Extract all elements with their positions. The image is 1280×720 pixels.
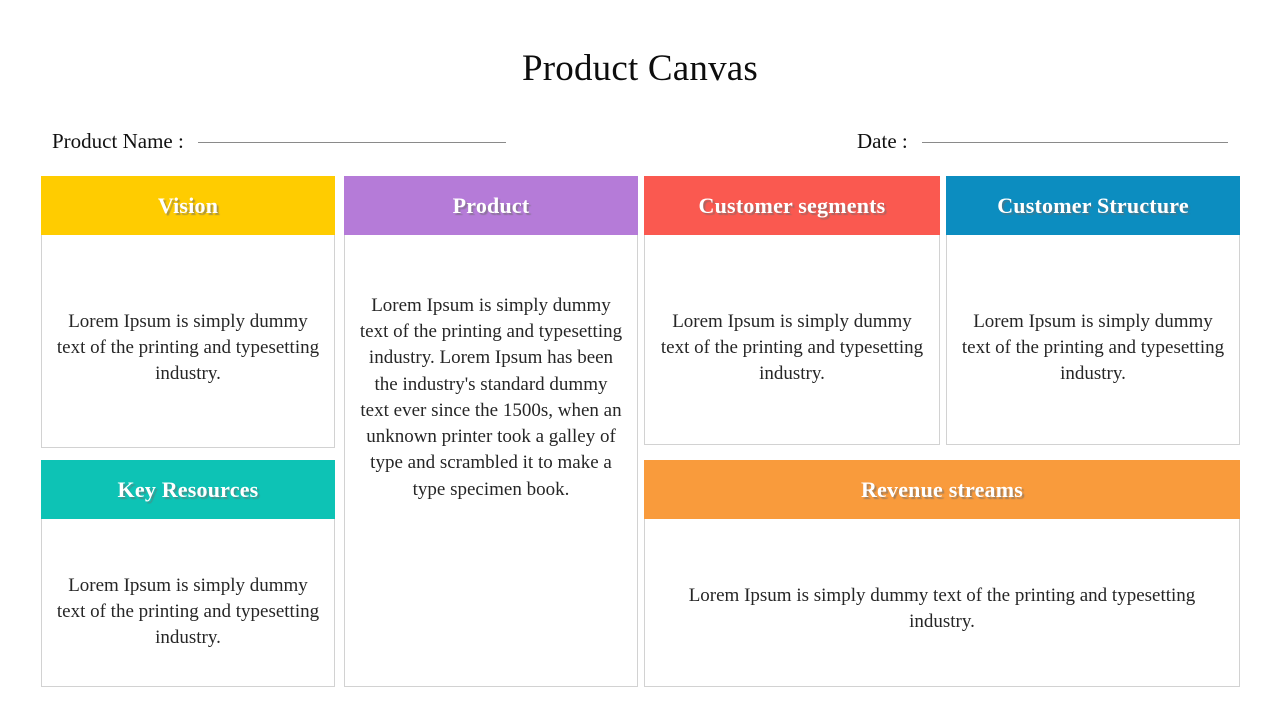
card-vision-title: Vision: [157, 192, 219, 218]
product-name-field[interactable]: Product Name :: [52, 126, 506, 156]
card-revenue-streams[interactable]: Revenue streams Lorem Ipsum is simply du…: [644, 460, 1240, 687]
card-product-header: Product: [344, 176, 638, 235]
card-revenue-streams-header: Revenue streams: [644, 460, 1240, 519]
card-revenue-streams-text: Lorem Ipsum is simply dummy text of the …: [688, 585, 1196, 633]
card-key-resources-title: Key Resources: [117, 476, 259, 502]
card-customer-segments-title: Customer segments: [698, 192, 886, 218]
page-title: Product Canvas: [521, 47, 759, 89]
card-product[interactable]: Product Lorem Ipsum is simply dummy text…: [344, 176, 638, 687]
card-customer-segments[interactable]: Customer segments Lorem Ipsum is simply …: [644, 176, 940, 445]
card-vision-text: Lorem Ipsum is simply dummy text of the …: [56, 311, 320, 385]
product-name-write-line[interactable]: [197, 141, 506, 143]
card-customer-structure-text: Lorem Ipsum is simply dummy text of the …: [961, 311, 1225, 385]
card-vision-header: Vision: [41, 176, 335, 235]
date-field[interactable]: Date :: [857, 126, 1228, 156]
date-label: Date :: [857, 128, 908, 153]
card-key-resources-text: Lorem Ipsum is simply dummy text of the …: [56, 575, 320, 649]
canvas-meta-row: Product Name : Date :: [0, 126, 1280, 158]
card-customer-structure-body[interactable]: Lorem Ipsum is simply dummy text of the …: [947, 234, 1239, 444]
card-customer-structure-header: Customer Structure: [946, 176, 1240, 235]
card-product-text: Lorem Ipsum is simply dummy text of the …: [359, 295, 623, 500]
product-name-label: Product Name :: [52, 128, 184, 153]
card-vision-body[interactable]: Lorem Ipsum is simply dummy text of the …: [42, 234, 334, 447]
product-canvas-grid: Vision Lorem Ipsum is simply dummy text …: [41, 176, 1240, 687]
card-key-resources[interactable]: Key Resources Lorem Ipsum is simply dumm…: [41, 460, 335, 687]
date-write-line[interactable]: [921, 141, 1228, 143]
card-customer-segments-text: Lorem Ipsum is simply dummy text of the …: [660, 311, 924, 385]
card-product-title: Product: [452, 192, 530, 218]
card-revenue-streams-body[interactable]: Lorem Ipsum is simply dummy text of the …: [645, 518, 1239, 686]
card-customer-structure-title: Customer Structure: [997, 192, 1189, 218]
card-customer-structure[interactable]: Customer Structure Lorem Ipsum is simply…: [946, 176, 1240, 445]
card-key-resources-body[interactable]: Lorem Ipsum is simply dummy text of the …: [42, 518, 334, 686]
card-revenue-streams-title: Revenue streams: [860, 476, 1024, 502]
card-customer-segments-body[interactable]: Lorem Ipsum is simply dummy text of the …: [645, 234, 939, 444]
card-key-resources-header: Key Resources: [41, 460, 335, 519]
card-product-body[interactable]: Lorem Ipsum is simply dummy text of the …: [345, 234, 637, 686]
card-customer-segments-header: Customer segments: [644, 176, 940, 235]
card-vision[interactable]: Vision Lorem Ipsum is simply dummy text …: [41, 176, 335, 448]
